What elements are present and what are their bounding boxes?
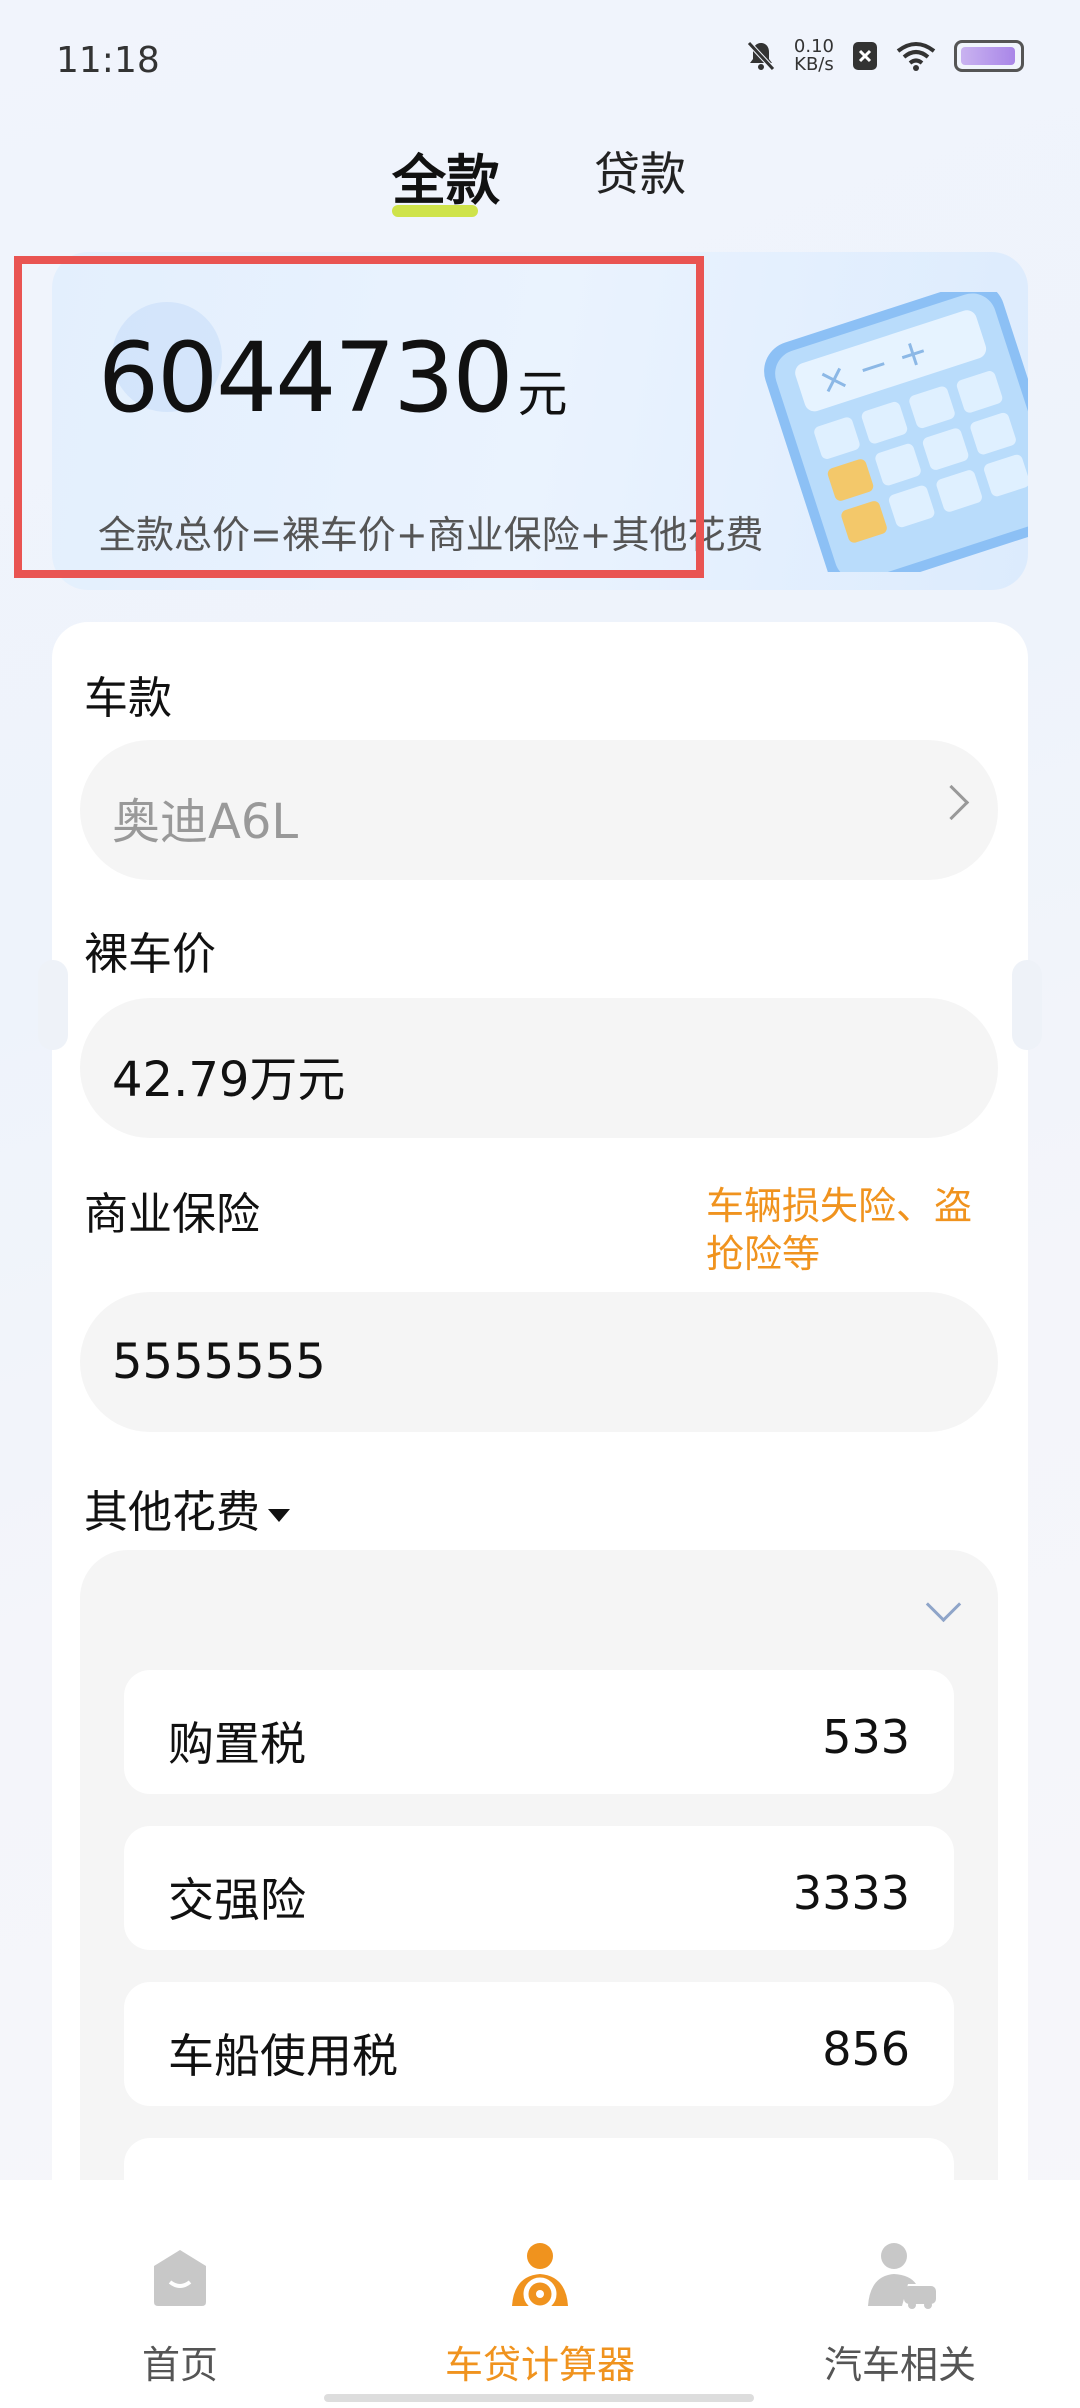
others-label: 其他花费 xyxy=(84,1487,260,1538)
insurance-label: 商业保险 xyxy=(84,1189,260,1240)
home-indicator xyxy=(324,2394,754,2402)
mute-bell-icon xyxy=(747,41,775,71)
others-row-value: 533 xyxy=(822,1710,910,1764)
nav-item-home[interactable]: 首页 xyxy=(70,2236,290,2389)
caret-down-icon xyxy=(268,1508,290,1522)
sim-off-icon xyxy=(853,42,877,70)
others-row-name: 购置税 xyxy=(168,1717,306,1771)
bottom-navigation: 首页 车贷计算器 汽车相关 xyxy=(0,2180,1080,2408)
chevron-right-icon xyxy=(933,784,970,821)
tab-loan-label: 贷款 xyxy=(594,147,686,201)
wifi-icon xyxy=(896,42,936,71)
others-row[interactable]: 交强险 3333 xyxy=(124,1826,954,1950)
highlight-annotation-box xyxy=(14,256,704,578)
card-notch-left xyxy=(38,960,68,1050)
nav-item-car-related[interactable]: 汽车相关 xyxy=(790,2236,1010,2389)
network-speed-unit: KB/s xyxy=(794,54,834,75)
nav-item-loan-calculator-label: 车贷计算器 xyxy=(444,2343,635,2387)
others-row-name: 交强险 xyxy=(168,1873,306,1927)
others-row-value: 856 xyxy=(822,2022,910,2076)
mode-tabs: 全款 贷款 xyxy=(0,128,1080,218)
car-owner-icon xyxy=(868,2243,936,2309)
status-time: 11:18 xyxy=(56,40,160,81)
insurance-value: 5555555 xyxy=(112,1334,326,1390)
status-icons: 0.10 KB/s xyxy=(746,38,1024,74)
nav-item-car-related-label: 汽车相关 xyxy=(823,2343,976,2387)
tab-full-payment-label: 全款 xyxy=(392,149,500,212)
model-selector[interactable]: 奥迪A6L xyxy=(80,740,998,880)
others-row[interactable]: 购置税 533 xyxy=(124,1670,954,1794)
tab-loan[interactable]: 贷款 xyxy=(594,138,686,204)
nav-item-home-label: 首页 xyxy=(141,2343,218,2387)
price-value: 42.79万元 xyxy=(112,1052,346,1108)
active-tab-underline xyxy=(392,205,478,217)
insurance-hint: 车辆损失险、盗抢险等 xyxy=(706,1184,973,1276)
price-label: 裸车价 xyxy=(84,929,216,980)
insurance-input[interactable]: 5555555 xyxy=(80,1292,998,1432)
nav-item-loan-calculator[interactable]: 车贷计算器 xyxy=(430,2236,650,2389)
tab-full-payment[interactable]: 全款 xyxy=(392,136,500,217)
calculator-illustration-icon: × − + xyxy=(764,292,1028,572)
home-icon xyxy=(154,2250,206,2306)
price-input[interactable]: 42.79万元 xyxy=(80,998,998,1138)
chevron-down-icon[interactable] xyxy=(925,1586,962,1623)
others-row-name: 车船使用税 xyxy=(168,2029,398,2083)
others-row[interactable]: 车船使用税 856 xyxy=(124,1982,954,2106)
status-bar: 11:18 0.10 KB/s xyxy=(0,0,1080,120)
model-value: 奥迪A6L xyxy=(112,794,299,850)
card-notch-right xyxy=(1012,960,1042,1050)
others-toggle[interactable]: 其他花费 xyxy=(84,1476,290,1540)
model-label: 车款 xyxy=(84,673,172,724)
network-speed: 0.10 KB/s xyxy=(794,38,834,74)
battery-icon xyxy=(954,40,1024,72)
calculator-form-card: 车款 奥迪A6L 裸车价 42.79万元 商业保险 车辆损失险、盗抢险等 555… xyxy=(52,622,1028,2350)
others-row-value: 3333 xyxy=(792,1866,910,1920)
driver-icon xyxy=(512,2243,568,2311)
